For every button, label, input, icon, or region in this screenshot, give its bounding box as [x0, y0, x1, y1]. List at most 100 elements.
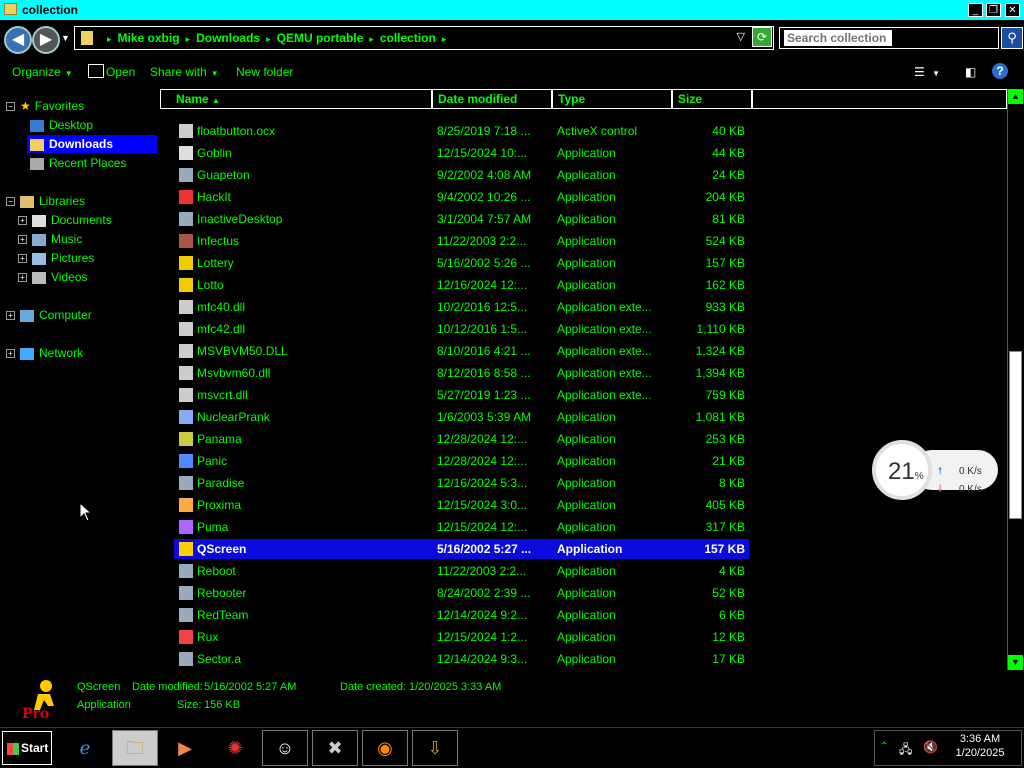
file-row[interactable]: Proxima 12/15/2024 3:0... Application 405 K…	[174, 495, 749, 515]
file-row[interactable]: Paradise 12/16/2024 5:3... Application 8 KB	[174, 473, 749, 493]
clock[interactable]: 3:36 AM 1/20/2025	[940, 732, 1020, 760]
file-row[interactable]: floatbutton.ocx 8/25/2019 7:18 ... ActiveX…	[174, 121, 749, 141]
file-row[interactable]: Guapeton 9/2/2002 4:08 AM Application 24 KB	[174, 165, 749, 185]
file-row[interactable]: mfc40.dll 10/2/2016 12:5... Application ex…	[174, 297, 749, 317]
network-tray-icon[interactable]: 🖧	[899, 740, 912, 761]
file-row[interactable]: RedTeam 12/14/2024 9:2... Application 6 KB	[174, 605, 749, 625]
open-button[interactable]: Open	[106, 65, 135, 79]
file-row[interactable]: Panama 12/28/2024 12:... Application 253 KB	[174, 429, 749, 449]
file-size: 52 KB	[712, 586, 745, 600]
column-header-date[interactable]: Date modified	[432, 89, 552, 109]
file-row[interactable]: Infectus 11/22/2003 2:2... Application 524 …	[174, 231, 749, 251]
x-app-icon[interactable]: ✖	[312, 730, 358, 766]
nav-desktop[interactable]: Desktop	[30, 116, 97, 134]
folder-icon	[4, 3, 17, 15]
breadcrumb-item[interactable]: QEMU portable	[277, 31, 364, 45]
file-row[interactable]: Reboot 11/22/2003 2:2... Application 4 KB	[174, 561, 749, 581]
search-input[interactable]	[784, 30, 892, 46]
volume-muted-icon[interactable]: 🔇	[923, 740, 938, 754]
refresh-button[interactable]: ⟳	[752, 27, 772, 47]
view-options-icon[interactable]: ☰ ▼	[914, 65, 940, 79]
new-folder-button[interactable]: New folder	[236, 65, 293, 79]
show-hidden-icons-icon[interactable]: ⌃	[880, 741, 888, 752]
help-icon[interactable]: ?	[992, 63, 1008, 79]
scroll-down-button[interactable]: ▼	[1008, 655, 1023, 670]
download-arrow-icon: 🠗	[938, 484, 943, 495]
file-row[interactable]: MSVBVM50.DLL 8/10/2016 4:21 ... Applicatio…	[174, 341, 749, 361]
nav-videos[interactable]: + Videos	[18, 268, 87, 286]
file-row[interactable]: Sector.a 12/14/2024 9:3... Application 17 K…	[174, 649, 749, 669]
nav-computer[interactable]: + Computer	[6, 306, 92, 324]
expand-icon[interactable]: +	[18, 216, 27, 226]
file-row[interactable]: Msvbvm60.dll 8/12/2016 8:58 ... Applicatio…	[174, 363, 749, 383]
file-size: 524 KB	[705, 234, 745, 248]
file-row[interactable]: Panic 12/28/2024 12:... Application 21 KB	[174, 451, 749, 471]
nav-network[interactable]: + Network	[6, 344, 83, 362]
file-size: 1,394 KB	[695, 366, 745, 380]
file-row[interactable]: Goblin 12/15/2024 10:... Application 44 KB	[174, 143, 749, 163]
organize-button[interactable]: Organize ▼	[12, 65, 73, 79]
collapse-icon[interactable]: −	[6, 197, 15, 207]
minimize-button[interactable]: _	[968, 3, 983, 17]
maximize-button[interactable]: ❐	[986, 3, 1001, 17]
file-row[interactable]: Lotto 12/16/2024 12:... Application 162 KB	[174, 275, 749, 295]
start-button[interactable]: Start	[2, 731, 52, 765]
vertical-scrollbar[interactable]: ▲ ▼	[1007, 89, 1023, 670]
installer-icon[interactable]: ⇩	[412, 730, 458, 766]
nav-documents[interactable]: + Documents	[18, 211, 112, 229]
explorer-taskbar-icon[interactable]: 🗀	[112, 730, 158, 766]
share-with-button[interactable]: Share with ▼	[150, 65, 219, 79]
expand-icon[interactable]: +	[18, 254, 27, 264]
firefox-icon[interactable]: ◉	[362, 730, 408, 766]
breadcrumb-item[interactable]: collection	[380, 31, 436, 45]
file-size: 204 KB	[705, 190, 745, 204]
breadcrumb-item[interactable]: Mike oxbig	[118, 31, 180, 45]
file-row[interactable]: mfc42.dll 10/12/2016 1:5... Application ex…	[174, 319, 749, 339]
nav-favorites[interactable]: − ★ Favorites	[6, 97, 84, 115]
file-row[interactable]: Rux 12/15/2024 1:2... Application 12 KB	[174, 627, 749, 647]
back-button[interactable]: ◀	[4, 26, 32, 54]
recent-pages-dropdown[interactable]: ▼	[61, 33, 70, 43]
chevron-down-icon[interactable]: ▽	[737, 30, 745, 43]
collapse-icon[interactable]: −	[6, 102, 15, 112]
nav-recent-places[interactable]: Recent Places	[30, 154, 126, 172]
breadcrumb-item[interactable]: Downloads	[196, 31, 260, 45]
nav-libraries[interactable]: − Libraries	[6, 192, 85, 210]
file-row[interactable]: NuclearPrank 1/6/2003 5:39 AM Application 1…	[174, 407, 749, 427]
taskbar: Start ℯ 🗀 ▶ ✺ ☺ ✖ ◉ ⇩ ⌃ 🖧 🔇 3:36 AM 1/20…	[0, 727, 1024, 768]
file-row[interactable]: Lottery 5/16/2002 5:26 ... Application 157 …	[174, 253, 749, 273]
file-date-modified: 12/15/2024 12:...	[437, 520, 528, 534]
file-row[interactable]: Puma 12/15/2024 12:... Application 317 KB	[174, 517, 749, 537]
preview-pane-icon[interactable]: ◧	[965, 65, 976, 79]
file-row[interactable]: HackIt 9/4/2002 10:26 ... Application 204 K…	[174, 187, 749, 207]
internet-explorer-icon[interactable]: ℯ	[62, 730, 108, 766]
column-header-type[interactable]: Type	[552, 89, 672, 109]
file-size: 81 KB	[712, 212, 745, 226]
address-bar[interactable]: ▸ Mike oxbig ▸ Downloads ▸ QEMU portable ▸ coll…	[74, 26, 774, 50]
nav-pictures[interactable]: + Pictures	[18, 249, 94, 267]
nav-music[interactable]: + Music	[18, 230, 82, 248]
star-icon: ★	[20, 99, 31, 113]
expand-icon[interactable]: +	[18, 235, 27, 245]
column-header-size[interactable]: Size	[672, 89, 752, 109]
color-wheel-icon[interactable]: ✺	[212, 730, 258, 766]
nav-downloads[interactable]: Downloads	[27, 135, 157, 153]
file-row[interactable]: msvcrt.dll 5/27/2019 1:23 ... Application …	[174, 385, 749, 405]
prank-app-icon[interactable]: ☺	[262, 730, 308, 766]
expand-icon[interactable]: +	[18, 273, 27, 283]
scroll-thumb[interactable]	[1009, 351, 1022, 519]
media-player-icon[interactable]: ▶	[162, 730, 208, 766]
scroll-up-button[interactable]: ▲	[1008, 89, 1023, 104]
expand-icon[interactable]: +	[6, 349, 15, 359]
download-speed: 0 K/s	[958, 484, 982, 495]
file-row[interactable]: Rebooter 8/24/2002 2:39 ... Application 52 …	[174, 583, 749, 603]
file-size: 162 KB	[705, 278, 745, 292]
search-icon[interactable]: ⚲	[1001, 27, 1023, 49]
forward-button[interactable]: ▶	[32, 26, 60, 54]
list-item-partial[interactable]	[174, 110, 749, 118]
expand-icon[interactable]: +	[6, 311, 15, 321]
column-header-name[interactable]: Name ▲	[160, 89, 432, 109]
file-row[interactable]: InactiveDesktop 3/1/2004 7:57 AM Applicati…	[174, 209, 749, 229]
file-row[interactable]: QScreen 5/16/2002 5:27 ... Application 157 …	[174, 539, 749, 559]
close-button[interactable]: ✕	[1005, 3, 1020, 17]
